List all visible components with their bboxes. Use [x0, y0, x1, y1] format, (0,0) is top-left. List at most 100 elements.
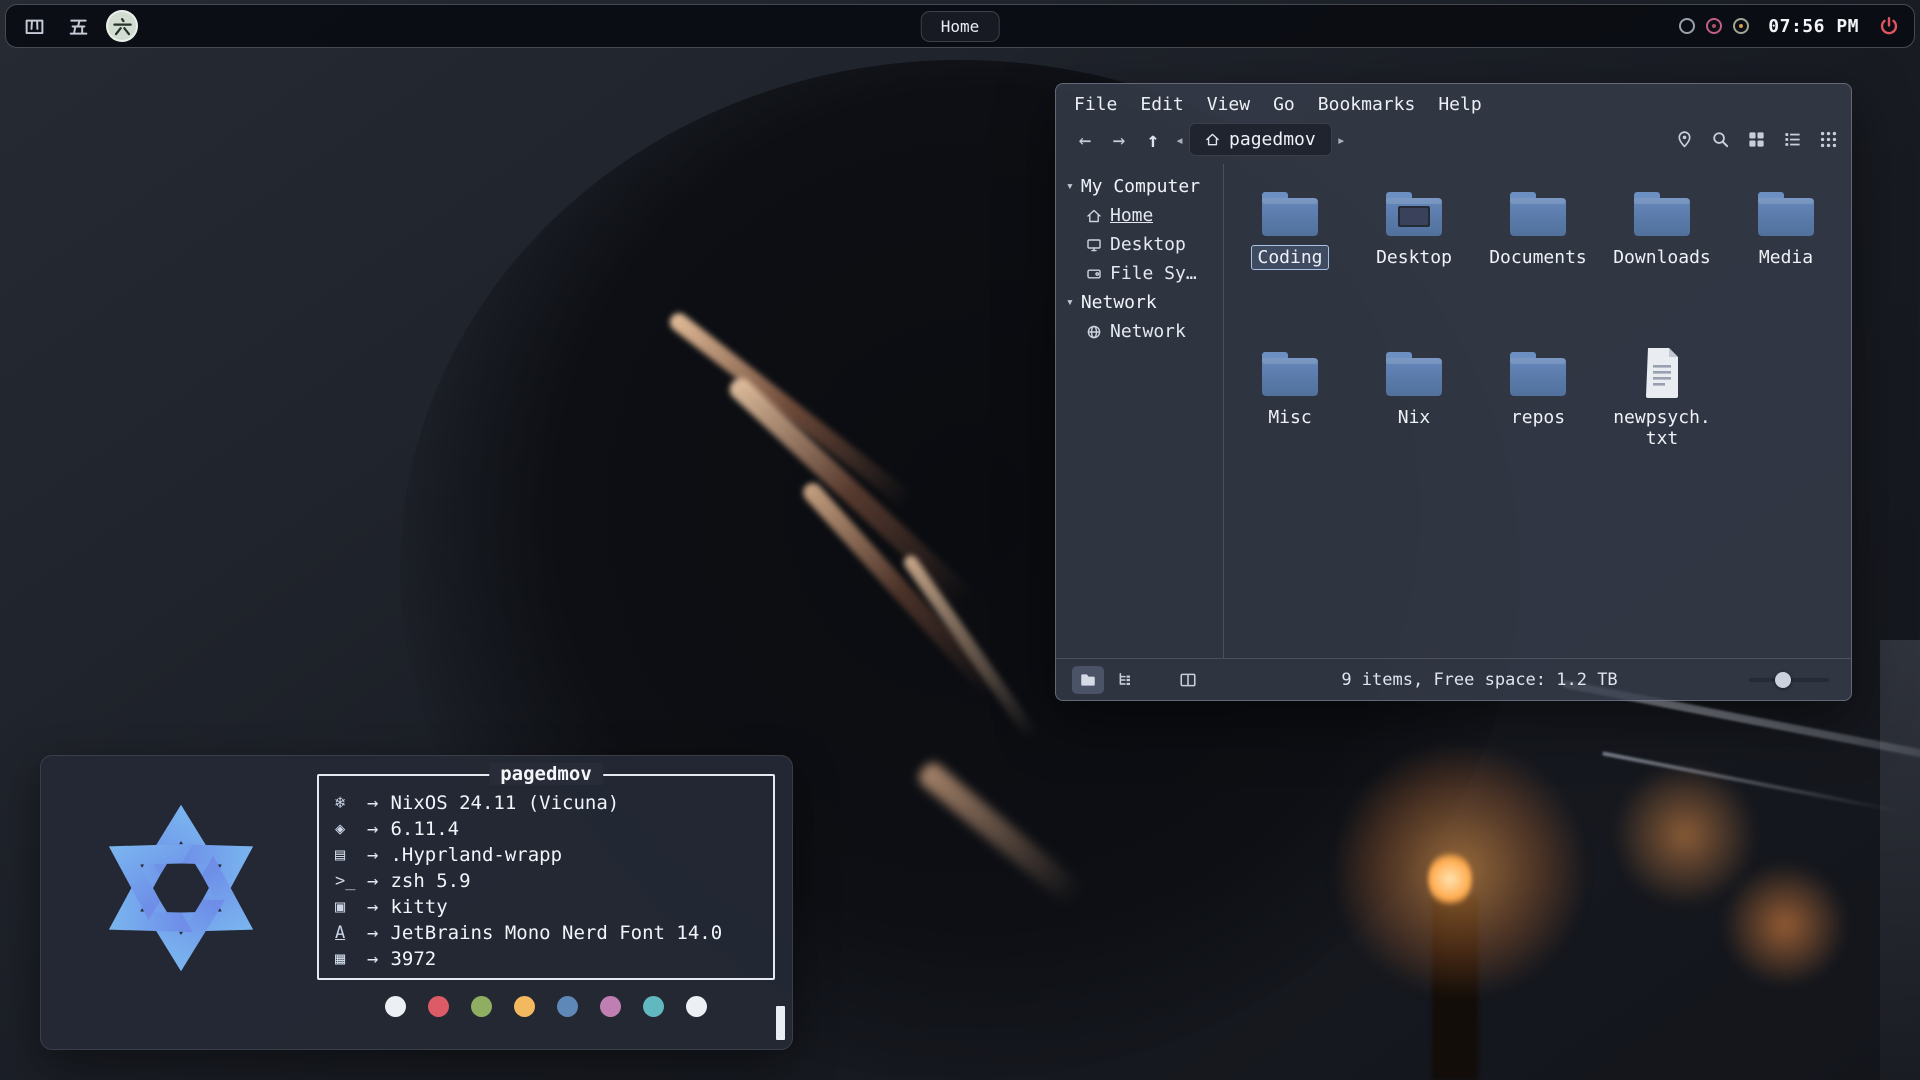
- arrow-icon: →: [367, 922, 378, 944]
- toolbar-right: [1673, 129, 1839, 151]
- nixos-os-icon: ❄: [335, 793, 365, 813]
- file-item-coding[interactable]: Coding: [1228, 178, 1352, 338]
- path-segment-label: pagedmov: [1229, 129, 1316, 150]
- home-icon: [1086, 208, 1102, 224]
- shell-value: zsh 5.9: [390, 870, 470, 892]
- file-item-newpsych-txt[interactable]: newpsych.txt: [1600, 338, 1724, 498]
- list-view-icon[interactable]: [1781, 129, 1803, 151]
- folder-icon: [1506, 186, 1570, 240]
- wallpaper-candle-flame: [1428, 850, 1472, 908]
- compact-view-icon[interactable]: [1817, 129, 1839, 151]
- workspace-4[interactable]: [18, 10, 50, 42]
- toolbar: ← → ↑ ◂ pagedmov ▸: [1056, 119, 1851, 164]
- terminal-cursor[interactable]: [776, 1006, 785, 1040]
- workspace-5-glyph: [68, 16, 89, 37]
- icon-view-icon[interactable]: [1745, 129, 1767, 151]
- tray-icon-1[interactable]: [1679, 18, 1695, 34]
- fetch-line-os: ❄ → NixOS 24.11 (Vicuna): [335, 790, 757, 816]
- wallpaper-candle-glow: [1720, 860, 1850, 990]
- path-scroll-right-icon[interactable]: ▸: [1332, 131, 1351, 149]
- power-button[interactable]: [1876, 13, 1902, 39]
- arrow-icon: →: [367, 844, 378, 866]
- arrow-icon: →: [367, 948, 378, 970]
- terminal-value: kitty: [390, 896, 447, 918]
- workspace-5[interactable]: [62, 10, 94, 42]
- sidebar-item-desktop[interactable]: Desktop: [1066, 230, 1223, 259]
- file-item-desktop[interactable]: Desktop: [1352, 178, 1476, 338]
- show-places-button[interactable]: [1072, 666, 1104, 694]
- tray-icon-2[interactable]: [1706, 18, 1722, 34]
- menu-file[interactable]: File: [1074, 94, 1117, 115]
- sidebar-section-network[interactable]: ▾ Network: [1066, 288, 1223, 317]
- file-manager-body: ▾ My Computer Home Desktop File Sy… ▾ Ne…: [1056, 164, 1851, 658]
- file-item-documents[interactable]: Documents: [1476, 178, 1600, 338]
- packages-icon: ▦: [335, 949, 365, 969]
- file-item-downloads[interactable]: Downloads: [1600, 178, 1724, 338]
- fetch-line-shell: >_ → zsh 5.9: [335, 868, 757, 894]
- folder-icon: [1258, 186, 1322, 240]
- sidebar-item-filesystem[interactable]: File Sy…: [1066, 259, 1223, 288]
- file-item-nix[interactable]: Nix: [1352, 338, 1476, 498]
- font-value: JetBrains Mono Nerd Font 14.0: [390, 922, 722, 944]
- sidebar-section-computer[interactable]: ▾ My Computer: [1066, 172, 1223, 201]
- file-item-media[interactable]: Media: [1724, 178, 1848, 338]
- menu-view[interactable]: View: [1207, 94, 1250, 115]
- font-icon: A: [335, 923, 365, 943]
- arrow-icon: →: [367, 792, 378, 814]
- folder-icon: [1630, 186, 1694, 240]
- folder-icon: [1258, 346, 1322, 400]
- location-pin-icon[interactable]: [1673, 129, 1695, 151]
- workspace-6-glyph: [112, 16, 133, 37]
- zoom-slider[interactable]: [1749, 671, 1829, 689]
- palette-dot-0: [385, 996, 406, 1017]
- kernel-icon: ◈: [335, 819, 365, 839]
- sidebar-section-label: My Computer: [1081, 176, 1200, 197]
- menu-bookmarks[interactable]: Bookmarks: [1318, 94, 1416, 115]
- monitor-icon: [1086, 237, 1102, 253]
- workspace-4-glyph: [24, 16, 45, 37]
- status-bar: 9 items, Free space: 1.2 TB: [1056, 658, 1851, 700]
- menu-help[interactable]: Help: [1438, 94, 1481, 115]
- file-item-misc[interactable]: Misc: [1228, 338, 1352, 498]
- palette-dot-1: [428, 996, 449, 1017]
- expander-icon[interactable]: ▾: [1066, 295, 1074, 310]
- sidebar-item-network[interactable]: Network: [1066, 317, 1223, 346]
- fetch-line-font: A → JetBrains Mono Nerd Font 14.0: [335, 920, 757, 946]
- wallpaper-edge-light: [1880, 640, 1920, 1080]
- workspace-6-active[interactable]: [106, 10, 138, 42]
- text-file-icon: [1630, 346, 1694, 400]
- tray-icon-3[interactable]: [1733, 18, 1749, 34]
- search-icon[interactable]: [1709, 129, 1731, 151]
- file-manager-window: File Edit View Go Bookmarks Help ← → ↑ ◂…: [1055, 83, 1852, 701]
- terminal-color-palette: [317, 996, 775, 1017]
- sidebar-section-label: Network: [1081, 292, 1157, 313]
- home-icon: [1205, 132, 1220, 147]
- menu-go[interactable]: Go: [1273, 94, 1295, 115]
- expander-icon[interactable]: ▾: [1066, 179, 1074, 194]
- folder-icon: [1754, 186, 1818, 240]
- wm-icon: ▤: [335, 845, 365, 865]
- path-segment-home[interactable]: pagedmov: [1189, 123, 1332, 156]
- folder-icon: [1382, 346, 1446, 400]
- forward-button[interactable]: →: [1102, 128, 1136, 152]
- up-button[interactable]: ↑: [1136, 128, 1170, 152]
- power-icon: [1878, 15, 1900, 37]
- palette-dot-6: [643, 996, 664, 1017]
- palette-dot-4: [557, 996, 578, 1017]
- palette-dot-5: [600, 996, 621, 1017]
- palette-dot-7: [686, 996, 707, 1017]
- menu-edit[interactable]: Edit: [1140, 94, 1183, 115]
- back-button[interactable]: ←: [1068, 128, 1102, 152]
- fetch-hostname: pagedmov: [489, 763, 603, 785]
- file-icon-view: Coding Desktop Documents Downloads Media…: [1224, 164, 1851, 658]
- sidebar-item-home[interactable]: Home: [1066, 201, 1223, 230]
- show-tree-button[interactable]: [1110, 666, 1142, 694]
- zoom-slider-handle[interactable]: [1775, 672, 1791, 688]
- status-text: 9 items, Free space: 1.2 TB: [1210, 670, 1749, 690]
- arrow-icon: →: [367, 870, 378, 892]
- path-scroll-left-icon[interactable]: ◂: [1170, 131, 1189, 149]
- file-item-repos[interactable]: repos: [1476, 338, 1600, 498]
- split-view-button[interactable]: [1172, 666, 1204, 694]
- packages-value: 3972: [390, 948, 436, 970]
- top-bar: Home 07:56 PM: [5, 4, 1915, 48]
